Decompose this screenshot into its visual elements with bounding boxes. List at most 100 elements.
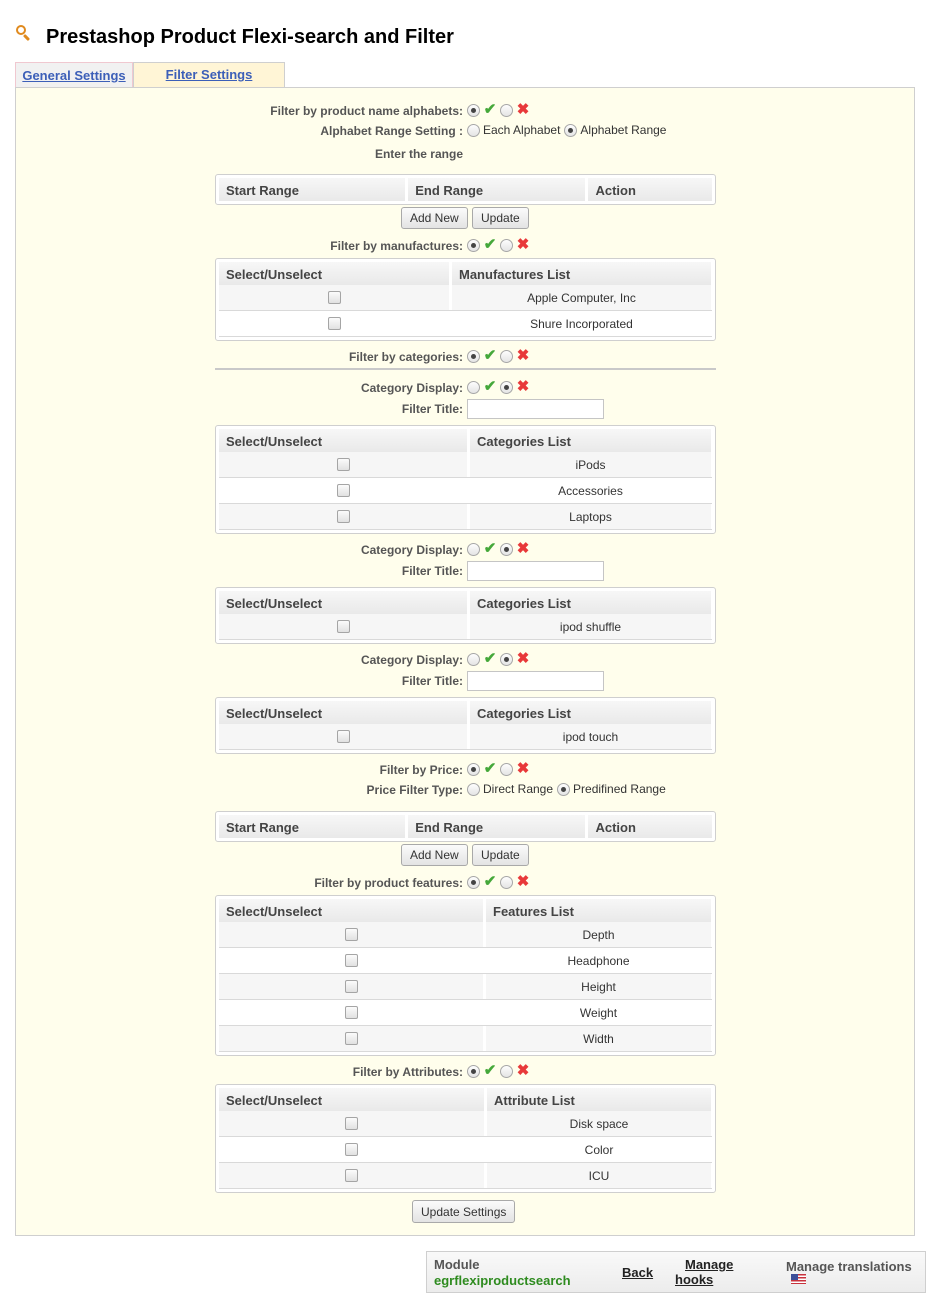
column-header: Attribute List	[487, 1088, 711, 1111]
category-display-no-radio[interactable]	[500, 542, 513, 556]
check-icon: ✔	[483, 760, 497, 777]
attribute-checkbox[interactable]	[345, 1117, 358, 1130]
attribute-filter-row: Filter by Attributes: ✔ ✖	[16, 1062, 916, 1082]
attribute-name: ICU	[487, 1163, 711, 1188]
us-flag-icon[interactable]	[791, 1274, 806, 1284]
feature-checkbox[interactable]	[344, 954, 358, 967]
page-header: Prestashop Product Flexi-search and Filt…	[15, 24, 454, 49]
attributes-table: Select/Unselect Attribute List Disk spac…	[215, 1084, 716, 1193]
feature-checkbox[interactable]	[344, 1032, 358, 1045]
each-alphabet-radio[interactable]	[467, 123, 480, 137]
manufacturer-name: Apple Computer, Inc	[452, 285, 711, 310]
module-toolbar: Module egrflexiproductsearch Back Manage…	[426, 1251, 926, 1293]
attribute-checkbox[interactable]	[345, 1169, 358, 1182]
categories-table: Select/Unselect Categories List ipod tou…	[215, 697, 716, 754]
category-name: Laptops	[470, 504, 711, 529]
feature-name: Width	[486, 1026, 711, 1051]
column-header: Categories List	[470, 429, 711, 452]
alphabet-range-setting-row: Alphabet Range Setting : Each Alphabet A…	[16, 123, 916, 141]
feature-checkbox[interactable]	[344, 1006, 358, 1019]
manufacturer-checkbox[interactable]	[327, 291, 341, 304]
category-filter-no-radio[interactable]	[500, 349, 513, 363]
table-row: ICU	[219, 1163, 712, 1189]
manufacturer-filter-no-radio[interactable]	[500, 238, 513, 252]
price-filter-no-radio[interactable]	[500, 762, 513, 776]
filter-title-input[interactable]	[467, 399, 604, 419]
filter-settings-panel: Filter by product name alphabets: ✔ ✖ Al…	[15, 87, 915, 1236]
predefined-range-radio[interactable]	[557, 782, 571, 796]
feature-name: Weight	[486, 1000, 711, 1025]
alphabet-update-button[interactable]: Update	[472, 207, 529, 229]
category-display-yes-radio[interactable]	[467, 652, 480, 666]
feature-filter-label: Filter by product features:	[314, 876, 463, 890]
category-checkbox[interactable]	[336, 730, 350, 743]
alphabet-range-label: Alphabet Range	[580, 123, 667, 137]
attribute-name: Disk space	[487, 1111, 711, 1136]
feature-filter-no-radio[interactable]	[500, 875, 513, 889]
table-row: Laptops	[219, 504, 712, 530]
tab-general-settings[interactable]: General Settings	[15, 62, 133, 88]
feature-checkbox[interactable]	[344, 928, 358, 941]
column-header: Categories List	[470, 701, 711, 724]
table-row: Disk space	[219, 1111, 712, 1137]
category-filter-label: Filter by categories:	[348, 350, 463, 364]
category-checkbox[interactable]	[336, 458, 350, 471]
feature-name: Headphone	[486, 948, 711, 973]
column-header: Start Range	[219, 815, 406, 838]
update-settings-button[interactable]: Update Settings	[412, 1200, 516, 1223]
direct-range-radio[interactable]	[467, 782, 480, 796]
price-filter-type-row: Price Filter Type: Direct Range Predifin…	[16, 782, 916, 800]
filter-title-row: Filter Title:	[16, 673, 916, 691]
back-link[interactable]: Back	[622, 1265, 653, 1280]
manufacturer-filter-yes-radio[interactable]	[467, 238, 480, 252]
column-header: Select/Unselect	[219, 262, 449, 285]
category-checkbox[interactable]	[336, 620, 350, 633]
category-checkbox[interactable]	[336, 510, 350, 523]
manufacturers-table: Select/Unselect Manufactures List Apple …	[215, 258, 716, 341]
category-display-row: Category Display: ✔ ✖	[16, 379, 916, 398]
attribute-filter-yes-radio[interactable]	[467, 1064, 480, 1078]
category-filter-yes-radio[interactable]	[467, 349, 480, 363]
cross-icon: ✖	[516, 650, 530, 667]
search-icon	[15, 24, 33, 43]
price-filter-label: Filter by Price:	[379, 763, 463, 777]
filter-title-input[interactable]	[467, 561, 604, 581]
price-update-button[interactable]: Update	[472, 844, 529, 866]
category-checkbox[interactable]	[336, 484, 350, 497]
alphabet-filter-row: Filter by product name alphabets: ✔ ✖	[16, 102, 916, 121]
check-icon: ✔	[483, 540, 497, 557]
alphabet-filter-no-radio[interactable]	[500, 103, 513, 117]
category-display-yes-radio[interactable]	[467, 542, 480, 556]
manufacturer-filter-label: Filter by manufactures:	[330, 239, 463, 253]
divider	[215, 368, 716, 370]
attribute-checkbox[interactable]	[345, 1143, 358, 1156]
category-display-no-radio[interactable]	[500, 380, 513, 394]
alphabet-filter-yes-radio[interactable]	[467, 103, 480, 117]
page-title: Prestashop Product Flexi-search and Filt…	[46, 26, 454, 48]
tab-filter-settings[interactable]: Filter Settings	[133, 62, 285, 88]
manufacturer-checkbox[interactable]	[327, 317, 341, 330]
manage-hooks-link[interactable]: Manage hooks	[675, 1257, 745, 1287]
category-display-no-radio[interactable]	[500, 652, 513, 666]
feature-filter-yes-radio[interactable]	[467, 875, 480, 889]
price-add-new-button[interactable]: Add New	[401, 844, 468, 866]
column-header: Select/Unselect	[219, 591, 467, 614]
filter-title-row: Filter Title:	[16, 401, 916, 419]
price-filter-yes-radio[interactable]	[467, 762, 480, 776]
feature-checkbox[interactable]	[344, 980, 358, 993]
table-row: iPods	[219, 452, 712, 478]
category-display-yes-radio[interactable]	[467, 380, 480, 394]
category-display-label: Category Display:	[360, 381, 463, 395]
table-row: Headphone	[219, 948, 712, 974]
table-row: Depth	[219, 922, 712, 948]
alphabet-add-new-button[interactable]: Add New	[401, 207, 468, 229]
column-header: Select/Unselect	[219, 701, 467, 724]
table-row: Height	[219, 974, 712, 1000]
category-display-row: Category Display: ✔ ✖	[16, 650, 916, 670]
attribute-filter-no-radio[interactable]	[500, 1064, 513, 1078]
alphabet-range-radio[interactable]	[564, 123, 578, 137]
column-header: Select/Unselect	[219, 1088, 484, 1111]
filter-title-input[interactable]	[467, 671, 604, 691]
category-name: ipod shuffle	[470, 614, 711, 639]
check-icon: ✔	[483, 1062, 497, 1079]
